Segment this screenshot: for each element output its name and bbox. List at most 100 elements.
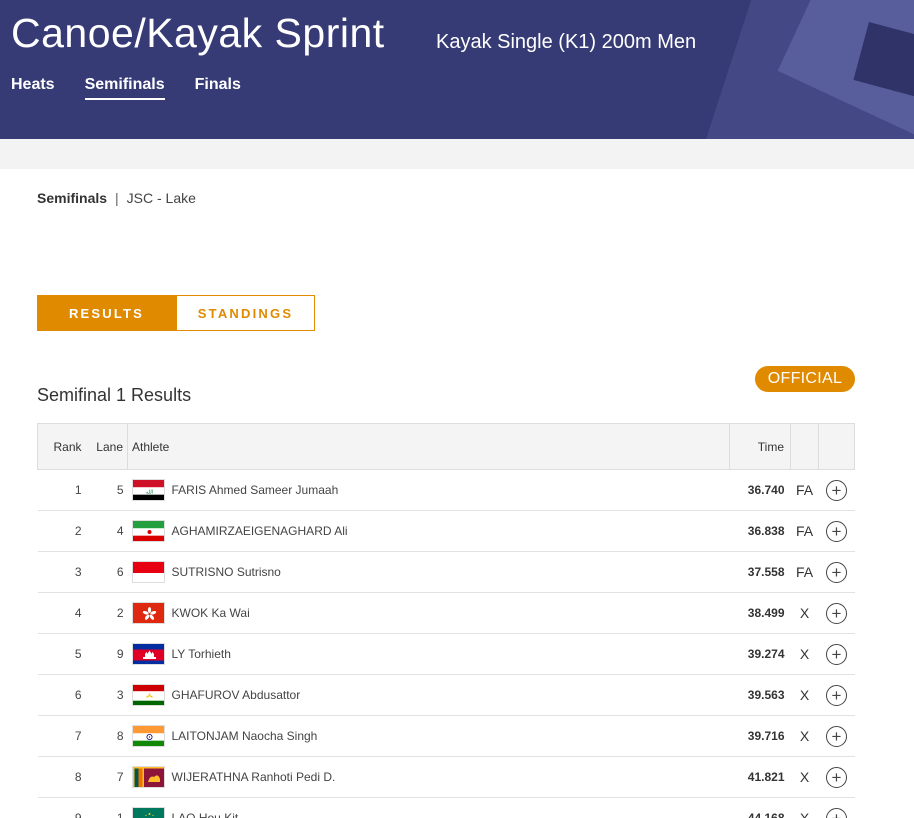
table-row: 1 5 الله FARIS Ahmed Sameer Jumaah 36.740 FA + [37, 469, 855, 511]
athlete-cell: LY Torhieth [127, 633, 730, 675]
lane-cell: 4 [85, 510, 128, 552]
results-table: Rank Lane Athlete Time 1 5 الله FARIS Ahmed… [37, 423, 855, 818]
athlete-cell: LAO Hou Kit [127, 797, 730, 818]
header-rank[interactable]: Rank [37, 423, 86, 470]
athlete-cell: AGHAMIRZAEIGENAGHARD Ali [127, 510, 730, 552]
expand-plus-icon[interactable]: + [826, 807, 847, 818]
table-row: 6 3 GHAFUROV Abdusattor 39.563 X + [37, 674, 855, 716]
rank-cell: 4 [37, 592, 86, 634]
rank-cell: 2 [37, 510, 86, 552]
tab-results[interactable]: RESULTS [37, 295, 176, 331]
table-row: 5 9 LY Torhieth 39.274 X + [37, 633, 855, 675]
athlete-name[interactable]: FARIS Ahmed Sameer Jumaah [172, 483, 339, 497]
qualification-cell: FA [790, 469, 819, 511]
qualification-cell: X [790, 715, 819, 757]
table-row: 7 8 LAITONJAM Naocha Singh 39.716 X + [37, 715, 855, 757]
rank-cell: 8 [37, 756, 86, 798]
athlete-name[interactable]: KWOK Ka Wai [172, 606, 250, 620]
expand-cell: + [818, 551, 855, 593]
section-title: Semifinal 1 Results [37, 385, 192, 405]
header-lane[interactable]: Lane [85, 423, 128, 470]
time-cell: 39.563 [729, 674, 791, 716]
table-row: 8 7 WIJERATHNA Ranhoti Pedi D. 41.821 X + [37, 756, 855, 798]
qualification-cell: FA [790, 551, 819, 593]
expand-cell: + [818, 510, 855, 552]
time-cell: 38.499 [729, 592, 791, 634]
lane-cell: 2 [85, 592, 128, 634]
breadcrumb: Semifinals | JSC - Lake [37, 190, 196, 206]
header-athlete[interactable]: Athlete [127, 423, 730, 470]
header-divider [0, 139, 914, 169]
expand-cell: + [818, 715, 855, 757]
header-qualification [790, 423, 819, 470]
expand-plus-icon[interactable]: + [826, 561, 847, 583]
time-cell: 39.274 [729, 633, 791, 675]
time-cell: 36.838 [729, 510, 791, 552]
athlete-name[interactable]: LAO Hou Kit [172, 811, 239, 818]
athlete-cell: SUTRISNO Sutrisno [127, 551, 730, 593]
expand-plus-icon[interactable]: + [826, 684, 847, 706]
lane-cell: 6 [85, 551, 128, 593]
athlete-cell: KWOK Ka Wai [127, 592, 730, 634]
table-row: 2 4 AGHAMIRZAEIGENAGHARD Ali 36.838 FA + [37, 510, 855, 552]
expand-plus-icon[interactable]: + [826, 602, 847, 624]
lane-cell: 5 [85, 469, 128, 511]
tajikistan-flag-icon [131, 684, 165, 706]
expand-plus-icon[interactable]: + [826, 766, 847, 788]
table-row: 3 6 SUTRISNO Sutrisno 37.558 FA + [37, 551, 855, 593]
expand-plus-icon[interactable]: + [826, 479, 847, 501]
breadcrumb-separator: | [115, 190, 119, 206]
lane-cell: 7 [85, 756, 128, 798]
sri-lanka-flag-icon [131, 766, 165, 788]
india-flag-icon [131, 725, 165, 747]
nav-finals[interactable]: Finals [195, 76, 241, 100]
indonesia-flag-icon [131, 561, 165, 583]
expand-cell: + [818, 756, 855, 798]
athlete-name[interactable]: WIJERATHNA Ranhoti Pedi D. [172, 770, 336, 784]
hong-kong-flag-icon [131, 602, 165, 624]
nav-semifinals[interactable]: Semifinals [84, 76, 165, 100]
view-tabs: RESULTS STANDINGS [37, 295, 315, 331]
qualification-cell: X [790, 633, 819, 675]
athlete-name[interactable]: LAITONJAM Naocha Singh [172, 729, 318, 743]
time-cell: 36.740 [729, 469, 791, 511]
cambodia-flag-icon [131, 643, 165, 665]
expand-cell: + [818, 633, 855, 675]
athlete-cell: LAITONJAM Naocha Singh [127, 715, 730, 757]
qualification-cell: X [790, 756, 819, 798]
expand-plus-icon[interactable]: + [826, 643, 847, 665]
macao-flag-icon [131, 807, 165, 818]
expand-plus-icon[interactable]: + [826, 520, 847, 542]
athlete-name[interactable]: AGHAMIRZAEIGENAGHARD Ali [172, 524, 348, 538]
expand-plus-icon[interactable]: + [826, 725, 847, 747]
qualification-cell: FA [790, 510, 819, 552]
table-row: 9 1 LAO Hou Kit 44.168 X + [37, 797, 855, 818]
expand-cell: + [818, 469, 855, 511]
phase-nav: Heats Semifinals Finals [11, 76, 271, 100]
header-time[interactable]: Time [729, 423, 791, 470]
time-cell: 41.821 [729, 756, 791, 798]
time-cell: 39.716 [729, 715, 791, 757]
qualification-cell: X [790, 674, 819, 716]
time-cell: 44.168 [729, 797, 791, 818]
lane-cell: 3 [85, 674, 128, 716]
nav-heats[interactable]: Heats [11, 76, 55, 100]
rank-cell: 6 [37, 674, 86, 716]
tab-standings[interactable]: STANDINGS [176, 295, 315, 331]
athlete-name[interactable]: LY Torhieth [172, 647, 231, 661]
athlete-cell: WIJERATHNA Ranhoti Pedi D. [127, 756, 730, 798]
breadcrumb-venue: JSC - Lake [126, 190, 196, 206]
qualification-cell: X [790, 797, 819, 818]
athlete-name[interactable]: SUTRISNO Sutrisno [172, 565, 281, 579]
svg-text:الله: الله [145, 490, 152, 496]
iraq-flag-icon: الله [131, 479, 165, 501]
qualification-cell: X [790, 592, 819, 634]
status-badge: OFFICIAL [755, 366, 855, 392]
table-header-row: Rank Lane Athlete Time [37, 423, 855, 470]
athlete-name[interactable]: GHAFUROV Abdusattor [172, 688, 301, 702]
lane-cell: 9 [85, 633, 128, 675]
expand-cell: + [818, 674, 855, 716]
page-header: Canoe/Kayak Sprint Kayak Single (K1) 200… [0, 0, 914, 139]
iran-flag-icon [131, 520, 165, 542]
sport-title: Canoe/Kayak Sprint [11, 10, 385, 56]
